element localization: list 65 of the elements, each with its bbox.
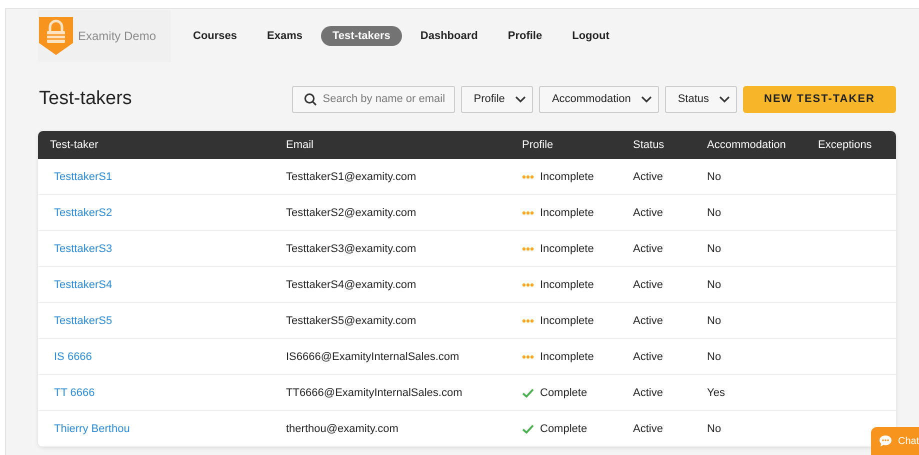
email-text: therthou@examity.com [286,422,398,434]
email-text: TesttakerS3@examity.com [286,242,416,254]
nav-tab[interactable]: Profile [496,26,554,46]
profile-status-text: Complete [540,422,588,434]
column-header: Exceptions [817,139,873,151]
test-taker-link[interactable]: TesttakerS4 [54,278,112,290]
column-header: Test-taker [49,139,100,151]
column-header: Email [285,139,315,151]
profile-status-text: Complete [540,386,588,398]
filter-dropdown[interactable]: Status [664,86,737,112]
test-taker-link[interactable]: TesttakerS5 [54,314,112,326]
accommodation-text: No [707,170,722,182]
status-text: Active [633,170,663,182]
email-text: TT6666@ExamityInternalSales.com [286,386,462,398]
email-text: TesttakerS4@examity.com [286,278,416,290]
status-text: Active [633,314,663,326]
page-title: Test-takers [39,88,132,110]
test-taker-link[interactable]: TesttakerS2 [54,206,112,218]
column-header: Status [632,139,666,151]
profile-status-text: Incomplete [540,206,594,218]
profile-status-text: Incomplete [540,278,594,290]
nav-tab[interactable]: Courses [181,26,250,46]
status-text: Active [633,386,663,398]
test-taker-link[interactable]: TesttakerS1 [54,170,112,182]
accommodation-text: No [707,350,722,362]
chevron-down-icon [719,96,730,102]
test-taker-link[interactable]: Thierry Berthou [54,422,130,434]
accommodation-text: No [707,242,722,254]
column-header: Profile [521,139,554,151]
status-text: Active [633,206,663,218]
chevron-down-icon [640,96,652,102]
profile-status-text: Incomplete [540,242,594,254]
column-header: Accommodation [706,139,787,151]
new-test-taker-button[interactable]: NEW TEST-TAKER [743,86,896,112]
test-taker-link[interactable]: IS 6666 [54,350,92,362]
chevron-down-icon [514,96,526,102]
nav-tab[interactable]: Test-takers [320,26,402,46]
nav-tab[interactable]: Dashboard [408,26,490,46]
test-taker-link[interactable]: TesttakerS3 [54,242,112,254]
chat-bubble-icon [879,435,892,447]
email-text: TesttakerS5@examity.com [286,314,416,326]
brand-logo-area[interactable]: Examity Demo [38,10,171,62]
email-text: IS6666@ExamityInternalSales.com [286,350,460,362]
filter-dropdown[interactable]: Accommodation [538,86,659,112]
accommodation-text: No [707,314,722,326]
nav-tab[interactable]: Exams [255,26,315,46]
accommodation-text: Yes [707,386,725,398]
test-taker-link[interactable]: TT 6666 [54,386,95,398]
accommodation-text: No [707,206,722,218]
filter-dropdown[interactable]: Profile [460,86,533,112]
status-text: Active [633,242,663,254]
email-text: TesttakerS1@examity.com [286,170,416,182]
search-field[interactable]: Search by name or email [292,86,455,112]
profile-status-text: Incomplete [540,314,594,326]
status-text: Active [633,350,663,362]
accommodation-text: No [707,422,722,434]
accommodation-text: No [707,278,722,290]
nav-tab[interactable]: Logout [560,26,622,46]
status-text: Active [633,422,663,434]
profile-status-text: Incomplete [540,170,594,182]
padlock-shield-icon [38,16,74,56]
profile-status-text: Incomplete [540,350,594,362]
email-text: TesttakerS2@examity.com [286,206,416,218]
status-text: Active [633,278,663,290]
brand-name: Examity Demo [78,29,156,43]
